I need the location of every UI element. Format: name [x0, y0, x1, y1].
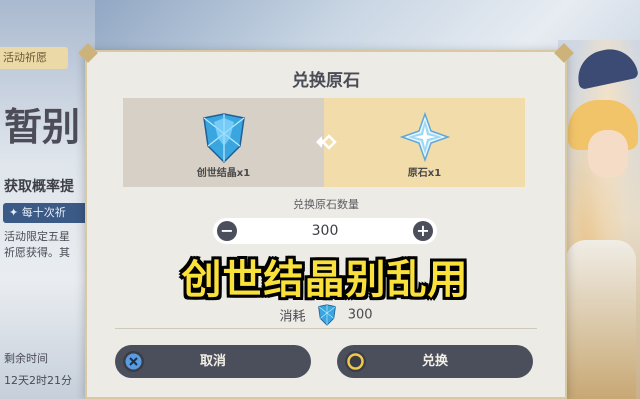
highlight-pill: ✦ 每十次祈	[3, 203, 95, 223]
quantity-label: 兑换原石数量	[293, 198, 359, 211]
genesis-crystal-icon	[202, 113, 245, 164]
confirm-icon	[345, 351, 366, 372]
cancel-button[interactable]: 取消	[115, 345, 311, 378]
description-line: 活动限定五星	[4, 230, 70, 243]
highlight-pill-text: 每十次祈	[21, 206, 66, 219]
quantity-stepper: 300 − +	[213, 218, 437, 244]
remaining-time-value: 12天2时21分	[4, 374, 72, 387]
event-wish-tab[interactable]: 活动祈愿	[0, 47, 68, 69]
quantity-value[interactable]: 300	[213, 218, 437, 244]
probability-heading: 获取概率提	[4, 179, 74, 195]
exchange-panel: 创世结晶x1 原石x1	[123, 98, 525, 187]
video-caption: 创世结晶别乱用	[181, 257, 469, 303]
from-item-card: 创世结晶x1	[123, 98, 324, 187]
decrease-button[interactable]: −	[217, 221, 237, 241]
banner-title: 暂别	[4, 104, 81, 149]
exchange-arrow-icon	[316, 134, 337, 150]
exchange-dialog: 兑换原石 创世结晶x1 原石x1 兑换原石数量 300 − + 消耗 300 取…	[78, 43, 574, 399]
description-line: 祈愿获得。其	[4, 246, 70, 259]
from-item-label: 创世结晶x1	[196, 168, 251, 179]
remaining-time-label: 剩余时间	[4, 352, 48, 365]
cost-value: 300	[347, 307, 373, 323]
genesis-crystal-icon	[317, 304, 336, 326]
character-art	[558, 40, 640, 399]
primogem-icon	[399, 112, 450, 162]
to-item-label: 原石x1	[407, 168, 442, 179]
confirm-label: 兑换	[421, 354, 448, 369]
confirm-exchange-button[interactable]: 兑换	[337, 345, 533, 378]
to-item-card: 原石x1	[324, 98, 525, 187]
divider	[115, 328, 537, 329]
increase-button[interactable]: +	[413, 221, 433, 241]
cancel-icon	[123, 351, 144, 372]
dialog-title: 兑换原石	[292, 71, 360, 91]
cancel-label: 取消	[199, 354, 226, 369]
cost-row: 消耗 300	[85, 304, 567, 326]
cost-label: 消耗	[279, 309, 306, 325]
